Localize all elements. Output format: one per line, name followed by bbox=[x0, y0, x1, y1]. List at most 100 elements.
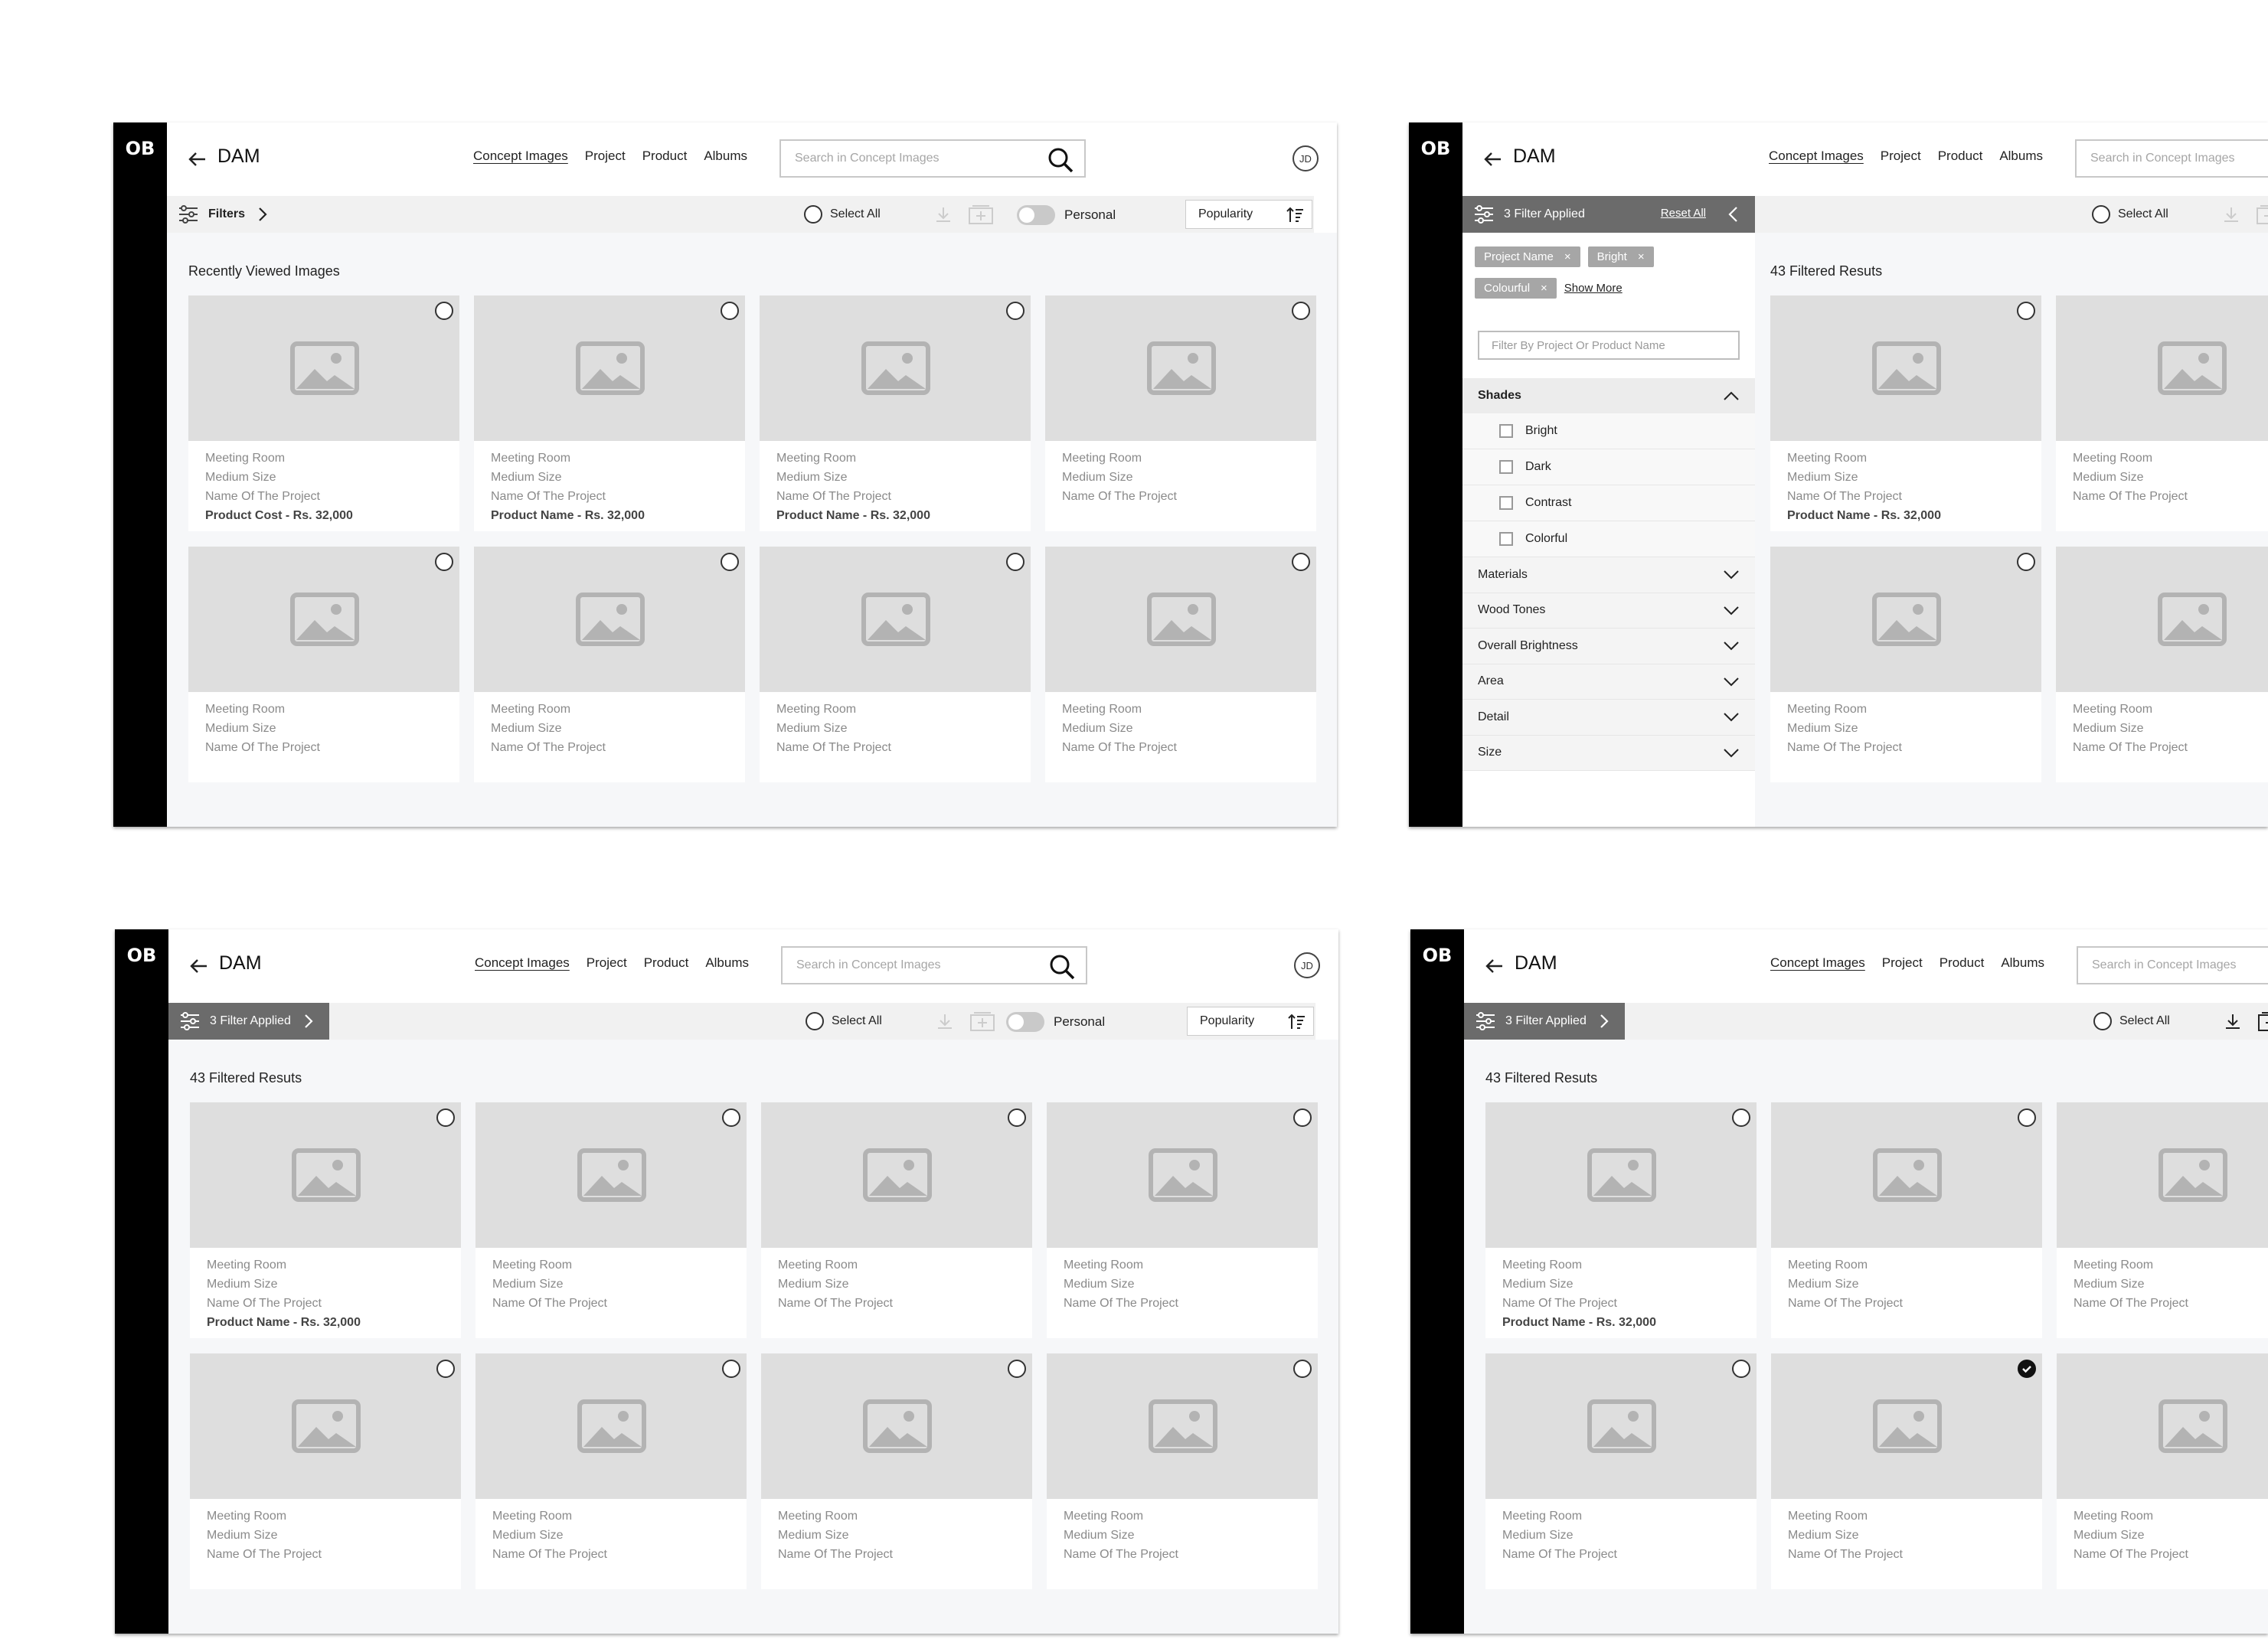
image-card[interactable]: Meeting Room Medium Size Name Of The Proje… bbox=[1771, 1102, 2042, 1338]
shade-option-colorful[interactable]: Colorful bbox=[1462, 521, 1755, 557]
add-to-album-icon[interactable] bbox=[2256, 204, 2268, 225]
shade-option-bright[interactable]: Bright bbox=[1462, 413, 1755, 449]
image-thumbnail[interactable] bbox=[190, 1102, 461, 1248]
image-thumbnail[interactable] bbox=[2057, 1102, 2268, 1248]
facet-shades[interactable]: Shades bbox=[1462, 378, 1755, 413]
filters-applied-button[interactable]: 3 Filter Applied bbox=[1464, 1003, 1625, 1040]
image-card[interactable]: Meeting Room Medium Size Name Of The Proje… bbox=[188, 547, 459, 782]
image-card[interactable]: Meeting Room Medium Size Name Of The Proje… bbox=[1771, 1353, 2042, 1589]
facet-wood-tones[interactable]: Wood Tones bbox=[1462, 593, 1755, 628]
back-arrow-icon[interactable] bbox=[1484, 955, 1505, 977]
search-icon[interactable] bbox=[1046, 145, 1075, 175]
select-checkbox[interactable] bbox=[1008, 1360, 1026, 1378]
image-card[interactable]: Meeting Room Medium Size Name Of The Proje… bbox=[1770, 295, 2041, 531]
show-more-link[interactable]: Show More bbox=[1564, 282, 1623, 295]
reset-all-link[interactable]: Reset All bbox=[1661, 207, 1706, 220]
image-card[interactable]: Meeting Room Medium Size Name Of The Proje… bbox=[2056, 295, 2268, 531]
image-card[interactable]: Meeting Room Medium Size Name Of The Proje… bbox=[2057, 1353, 2268, 1589]
add-to-album-icon[interactable] bbox=[968, 204, 994, 225]
select-checkbox[interactable] bbox=[1006, 302, 1025, 320]
select-all[interactable]: Select All bbox=[804, 205, 881, 224]
select-checkbox[interactable] bbox=[435, 553, 453, 571]
nav-concept-images[interactable]: Concept Images bbox=[473, 149, 568, 164]
chip-project-name[interactable]: Project Name × bbox=[1475, 246, 1580, 267]
image-card[interactable]: Meeting Room Medium Size Name Of The Proje… bbox=[190, 1353, 461, 1589]
search-input[interactable] bbox=[2077, 141, 2268, 176]
nav-product[interactable]: Product bbox=[1938, 149, 1983, 164]
personal-toggle[interactable]: Personal bbox=[1017, 205, 1116, 225]
facet-size[interactable]: Size bbox=[1462, 735, 1755, 771]
nav-concept-images[interactable]: Concept Images bbox=[1770, 955, 1865, 971]
facet-area[interactable]: Area bbox=[1462, 664, 1755, 700]
select-all-radio[interactable] bbox=[2092, 205, 2110, 224]
download-icon[interactable] bbox=[2221, 204, 2242, 225]
image-card[interactable]: Meeting Room Medium Size Name Of The Proje… bbox=[1770, 547, 2041, 782]
select-checkbox[interactable] bbox=[435, 302, 453, 320]
select-all[interactable]: Select All bbox=[2092, 205, 2168, 224]
add-to-album-icon[interactable] bbox=[969, 1010, 995, 1032]
image-card[interactable]: Meeting Room Medium Size Name Of The Proje… bbox=[188, 295, 459, 531]
image-card[interactable]: Meeting Room Medium Size Name Of The Proje… bbox=[761, 1353, 1032, 1589]
image-thumbnail[interactable] bbox=[188, 295, 459, 441]
checkbox[interactable] bbox=[1499, 532, 1513, 546]
select-all[interactable]: Select All bbox=[2093, 1012, 2170, 1030]
filter-name-input[interactable] bbox=[1478, 331, 1740, 360]
checkbox[interactable] bbox=[1499, 496, 1513, 510]
shade-option-contrast[interactable]: Contrast bbox=[1462, 485, 1755, 521]
image-thumbnail[interactable] bbox=[1771, 1353, 2042, 1499]
select-checkbox[interactable] bbox=[722, 1360, 740, 1378]
image-thumbnail[interactable] bbox=[1485, 1102, 1757, 1248]
image-card[interactable]: Meeting Room Medium Size Name Of The Proje… bbox=[760, 547, 1031, 782]
select-checkbox[interactable] bbox=[2018, 1108, 2036, 1127]
avatar[interactable]: JD bbox=[1292, 145, 1319, 171]
image-thumbnail[interactable] bbox=[1045, 547, 1316, 692]
select-checkbox[interactable] bbox=[436, 1108, 455, 1127]
select-checkbox[interactable] bbox=[1732, 1360, 1750, 1378]
nav-project[interactable]: Project bbox=[585, 149, 626, 164]
image-thumbnail[interactable] bbox=[1045, 295, 1316, 441]
image-thumbnail[interactable] bbox=[2057, 1353, 2268, 1499]
sort-select[interactable]: Popularity bbox=[1187, 1007, 1314, 1036]
shade-option-dark[interactable]: Dark bbox=[1462, 449, 1755, 485]
image-thumbnail[interactable] bbox=[760, 547, 1031, 692]
image-card[interactable]: Meeting Room Medium Size Name Of The Proje… bbox=[760, 295, 1031, 531]
search-icon[interactable] bbox=[1047, 952, 1077, 981]
image-thumbnail[interactable] bbox=[475, 1102, 747, 1248]
nav-albums[interactable]: Albums bbox=[704, 149, 747, 164]
facet-detail[interactable]: Detail bbox=[1462, 700, 1755, 736]
image-thumbnail[interactable] bbox=[1771, 1102, 2042, 1248]
select-all[interactable]: Select All bbox=[806, 1012, 882, 1030]
select-checkbox[interactable] bbox=[1008, 1108, 1026, 1127]
facet-materials[interactable]: Materials bbox=[1462, 557, 1755, 593]
image-card[interactable]: Meeting Room Medium Size Name Of The Proje… bbox=[2056, 547, 2268, 782]
search-input[interactable] bbox=[781, 141, 1034, 176]
nav-concept-images[interactable]: Concept Images bbox=[1769, 149, 1864, 164]
select-checkbox[interactable] bbox=[722, 1108, 740, 1127]
nav-project[interactable]: Project bbox=[587, 955, 627, 971]
select-checkbox[interactable] bbox=[436, 1360, 455, 1378]
image-thumbnail[interactable] bbox=[1770, 295, 2041, 441]
image-card[interactable]: Meeting Room Medium Size Name Of The Proje… bbox=[1047, 1102, 1318, 1338]
search-input[interactable] bbox=[2078, 948, 2268, 983]
select-checkbox[interactable] bbox=[2018, 1360, 2036, 1378]
select-checkbox[interactable] bbox=[721, 302, 739, 320]
nav-project[interactable]: Project bbox=[1881, 149, 1921, 164]
nav-product[interactable]: Product bbox=[642, 149, 688, 164]
select-checkbox[interactable] bbox=[1006, 553, 1025, 571]
select-checkbox[interactable] bbox=[1293, 1360, 1312, 1378]
select-checkbox[interactable] bbox=[1292, 302, 1310, 320]
nav-product[interactable]: Product bbox=[1940, 955, 1985, 971]
image-card[interactable]: Meeting Room Medium Size Name Of The Proje… bbox=[474, 547, 745, 782]
image-card[interactable]: Meeting Room Medium Size Name Of The Proje… bbox=[1485, 1102, 1757, 1338]
chevron-left-icon[interactable] bbox=[1724, 205, 1743, 224]
checkbox[interactable] bbox=[1499, 460, 1513, 474]
image-thumbnail[interactable] bbox=[1047, 1102, 1318, 1248]
download-icon[interactable] bbox=[933, 204, 954, 225]
close-icon[interactable]: × bbox=[1541, 282, 1547, 295]
checkbox[interactable] bbox=[1499, 424, 1513, 438]
select-checkbox[interactable] bbox=[2017, 302, 2035, 320]
chip-colourful[interactable]: Colourful × bbox=[1475, 278, 1557, 299]
image-card[interactable]: Meeting Room Medium Size Name Of The Proje… bbox=[1485, 1353, 1757, 1589]
image-card[interactable]: Meeting Room Medium Size Name Of The Proje… bbox=[190, 1102, 461, 1338]
sort-icon[interactable] bbox=[1287, 1012, 1307, 1032]
